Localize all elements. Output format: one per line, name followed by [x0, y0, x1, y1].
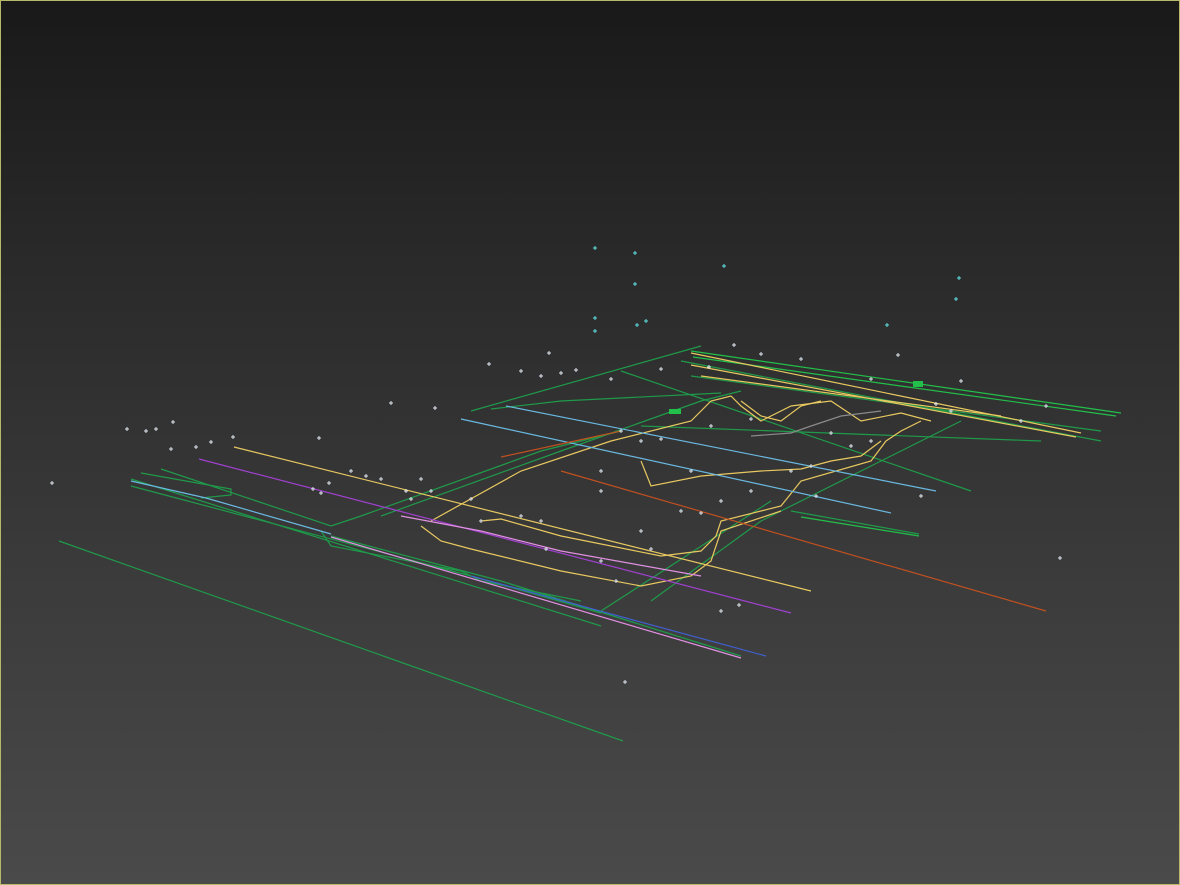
point-helper[interactable]: [799, 357, 803, 361]
spline-pink[interactable]: [330, 536, 742, 659]
point-helper[interactable]: [169, 447, 173, 451]
point-helper[interactable]: [809, 464, 813, 468]
spline-bright-green[interactable]: [800, 516, 920, 537]
point-helper[interactable]: [829, 431, 833, 435]
point-helper[interactable]: [539, 374, 543, 378]
point-helper[interactable]: [125, 427, 129, 431]
point-helper[interactable]: [659, 437, 663, 441]
spline-yellow[interactable]: [430, 395, 932, 522]
point-helper[interactable]: [679, 509, 683, 513]
point-helper[interactable]: [659, 367, 663, 371]
point-helper[interactable]: [719, 609, 723, 613]
point-helper[interactable]: [609, 377, 613, 381]
point-helper[interactable]: [749, 489, 753, 493]
point-helper[interactable]: [593, 246, 597, 250]
spline-yellow[interactable]: [233, 446, 812, 592]
point-helper[interactable]: [959, 379, 963, 383]
point-helper[interactable]: [614, 579, 618, 583]
spline-yellow[interactable]: [480, 420, 922, 557]
point-helper[interactable]: [896, 353, 900, 357]
point-helper[interactable]: [599, 489, 603, 493]
mesh-block[interactable]: [669, 409, 681, 414]
point-helper[interactable]: [633, 251, 637, 255]
point-helper[interactable]: [231, 435, 235, 439]
point-helper[interactable]: [722, 264, 726, 268]
point-helper[interactable]: [869, 439, 873, 443]
point-helper[interactable]: [389, 401, 393, 405]
point-helper[interactable]: [327, 481, 331, 485]
point-helper[interactable]: [433, 406, 437, 410]
point-helper[interactable]: [519, 514, 523, 518]
spline-green[interactable]: [600, 500, 772, 612]
point-helper[interactable]: [574, 368, 578, 372]
perspective-viewport[interactable]: [0, 0, 1180, 885]
point-helper[interactable]: [154, 427, 158, 431]
point-helper[interactable]: [171, 420, 175, 424]
mesh-block[interactable]: [913, 381, 923, 387]
spline-yellow[interactable]: [420, 510, 782, 587]
spline-yellow[interactable]: [690, 364, 1077, 438]
scene-wireframe: [50, 246, 1122, 742]
point-helper[interactable]: [50, 481, 54, 485]
spline-purple[interactable]: [198, 458, 792, 614]
point-helper[interactable]: [379, 477, 383, 481]
spline-green[interactable]: [470, 345, 702, 412]
spline-green[interactable]: [790, 510, 920, 535]
point-helper[interactable]: [539, 519, 543, 523]
point-helper[interactable]: [599, 559, 603, 563]
point-helper[interactable]: [349, 469, 353, 473]
point-helper[interactable]: [749, 417, 753, 421]
point-helper[interactable]: [593, 329, 597, 333]
point-helper[interactable]: [1044, 404, 1048, 408]
point-helper[interactable]: [849, 444, 853, 448]
point-helper[interactable]: [144, 429, 148, 433]
point-helper[interactable]: [644, 319, 648, 323]
point-helper[interactable]: [719, 499, 723, 503]
point-helper[interactable]: [709, 424, 713, 428]
point-helper[interactable]: [364, 474, 368, 478]
spline-green[interactable]: [130, 485, 602, 614]
point-helper[interactable]: [593, 316, 597, 320]
point-helper[interactable]: [639, 529, 643, 533]
point-helper[interactable]: [317, 436, 321, 440]
point-helper[interactable]: [954, 297, 958, 301]
point-helper[interactable]: [559, 371, 563, 375]
point-helper[interactable]: [957, 276, 961, 280]
point-helper[interactable]: [547, 351, 551, 355]
point-helper[interactable]: [599, 469, 603, 473]
spline-green[interactable]: [640, 425, 1042, 442]
point-helper[interactable]: [311, 487, 315, 491]
point-helper[interactable]: [194, 445, 198, 449]
spline-green[interactable]: [58, 540, 624, 742]
point-helper[interactable]: [639, 439, 643, 443]
point-helper[interactable]: [209, 440, 213, 444]
point-helper[interactable]: [487, 362, 491, 366]
point-helper[interactable]: [885, 323, 889, 327]
point-helper[interactable]: [479, 519, 483, 523]
point-helper[interactable]: [1058, 556, 1062, 560]
point-helper[interactable]: [633, 282, 637, 286]
point-helper[interactable]: [919, 494, 923, 498]
spline-blue[interactable]: [470, 575, 767, 657]
point-helper[interactable]: [635, 323, 639, 327]
point-helper[interactable]: [759, 352, 763, 356]
point-helper[interactable]: [419, 477, 423, 481]
point-helper[interactable]: [737, 603, 741, 607]
point-helper[interactable]: [623, 680, 627, 684]
point-helper[interactable]: [732, 343, 736, 347]
point-helper[interactable]: [519, 369, 523, 373]
